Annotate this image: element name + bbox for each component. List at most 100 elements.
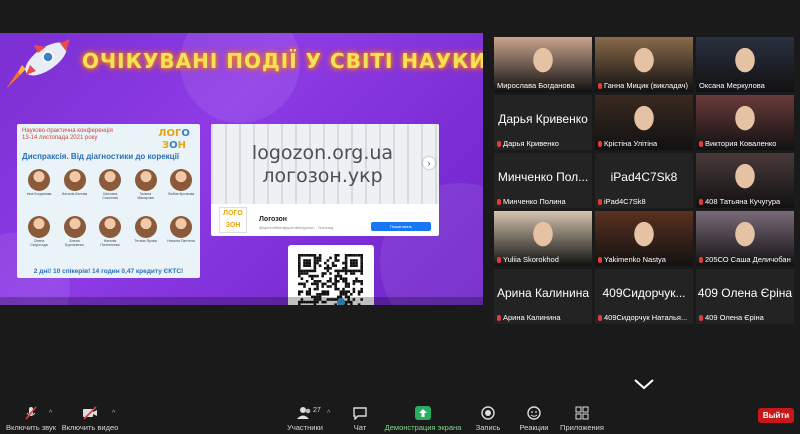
speaker-name: Інна Богданова bbox=[26, 192, 52, 196]
participant-caption: 409 Олена Єріна bbox=[699, 313, 764, 322]
speaker-name: Наталія Пантела bbox=[167, 239, 195, 243]
speaker-photo bbox=[99, 216, 121, 238]
slide-bottom-bar bbox=[0, 297, 483, 305]
participant-tile[interactable]: 205СО Саша Деличобан bbox=[696, 211, 794, 266]
participant-tile[interactable]: Минченко Пол... Минченко Полина bbox=[494, 153, 592, 208]
participant-tile[interactable]: Арина Калинина Арина Калинина bbox=[494, 269, 592, 324]
microphone-muted-icon bbox=[598, 140, 602, 147]
participant-tile[interactable]: Yakimenko Nastya bbox=[595, 211, 693, 266]
participant-caption: Виктория Коваленко bbox=[699, 139, 776, 148]
microphone-muted-icon bbox=[497, 314, 501, 321]
participant-caption: Минченко Полина bbox=[497, 197, 566, 206]
participant-tile[interactable]: Дарья Кривенко Дарья Кривенко bbox=[494, 95, 592, 150]
share-screen-button[interactable]: Демонстрация экрана bbox=[382, 404, 464, 434]
microphone-muted-icon bbox=[598, 198, 602, 205]
apps-button[interactable]: Приложения bbox=[558, 404, 606, 434]
speaker-photo bbox=[170, 216, 192, 238]
speaker-photo bbox=[99, 169, 121, 191]
microphone-muted-icon bbox=[497, 256, 501, 263]
share-screen-icon bbox=[415, 406, 431, 420]
chevron-down-icon[interactable] bbox=[633, 378, 655, 390]
mute-button[interactable]: Включить звук bbox=[4, 404, 58, 434]
microphone-muted-icon bbox=[497, 198, 501, 205]
participant-caption: 408 Татьяна Кучугура bbox=[699, 197, 780, 206]
participant-name: Виктория Коваленко bbox=[705, 139, 777, 148]
participant-tile[interactable]: Мирослава Богданова bbox=[494, 37, 592, 92]
participant-tile[interactable]: Виктория Коваленко bbox=[696, 95, 794, 150]
reactions-label: Реакции bbox=[519, 423, 549, 432]
participant-display-name: Минченко Пол... bbox=[497, 170, 589, 184]
site-page-name: Логозон bbox=[259, 216, 288, 223]
participant-caption: iPad4C7Sk8 bbox=[598, 197, 646, 206]
participant-name: Yuliia Skorokhod bbox=[503, 255, 559, 264]
participant-name: 409Сидорчук Наталья... bbox=[604, 313, 688, 322]
rocket-icon bbox=[6, 39, 70, 89]
microphone-muted-icon bbox=[497, 140, 501, 147]
speaker: Тетяна Ярова bbox=[132, 216, 160, 247]
microphone-muted-icon bbox=[598, 314, 602, 321]
participant-name: Арина Калинина bbox=[503, 313, 561, 322]
speaker-photo bbox=[170, 169, 192, 191]
participant-tile[interactable]: Yuliia Skorokhod bbox=[494, 211, 592, 266]
participant-display-name: iPad4C7Sk8 bbox=[610, 170, 678, 184]
speakers-row-1: Інна Богданова Наталія Бєлова Світлана Сок… bbox=[25, 169, 195, 200]
conference-subtitle: Диспраксія. Від діагностики до корекції bbox=[22, 152, 180, 161]
mute-options-caret[interactable]: ^ bbox=[49, 410, 52, 417]
logozon-logo: ЛОГО ЗОН bbox=[158, 128, 190, 151]
participant-tile[interactable]: iPad4C7Sk8 iPad4C7Sk8 bbox=[595, 153, 693, 208]
speaker-name: Світлана Соколова bbox=[102, 192, 118, 200]
chat-button[interactable]: Чат bbox=[343, 404, 377, 434]
site-card: logozon.org.ua логозон.укр › ЛОГО ЗОН Ло… bbox=[211, 124, 439, 236]
speaker-name: Галина Макарова bbox=[137, 192, 154, 200]
participant-tile[interactable]: 409 Олена Єріна 409 Олена Єріна bbox=[696, 269, 794, 324]
speaker: Наталія Пантела bbox=[167, 216, 195, 247]
participant-tile[interactable]: Оксана Меркулова bbox=[696, 37, 794, 92]
video-button[interactable]: Включить видео bbox=[60, 404, 120, 434]
speaker-name: Алена Бурлаченко bbox=[65, 239, 84, 247]
record-icon bbox=[481, 406, 495, 420]
speakers-row-2: Олена Скорохода Алена Бурлаченко Наталія П… bbox=[25, 216, 195, 247]
participants-options-caret[interactable]: ^ bbox=[327, 410, 330, 417]
participant-tile[interactable]: 409Сидорчук... 409Сидорчук Наталья... bbox=[595, 269, 693, 324]
speaker-photo bbox=[134, 169, 157, 191]
participant-display-name: Дарья Кривенко bbox=[498, 112, 588, 126]
participant-tile[interactable]: 408 Татьяна Кучугура bbox=[696, 153, 794, 208]
participants-label: Участники bbox=[287, 423, 323, 432]
video-label: Включить видео bbox=[61, 423, 119, 432]
speaker-name: Наталія Бєлова bbox=[61, 192, 88, 196]
speaker: Алена Бурлаченко bbox=[61, 216, 89, 247]
speaker-name: Олена Скорохода bbox=[30, 239, 48, 247]
participant-name: Крістіна Улітіна bbox=[604, 139, 658, 148]
share-screen-label: Демонстрация экрана bbox=[384, 423, 462, 432]
speaker: Любов Кроткова bbox=[167, 169, 195, 200]
participant-caption: Мирослава Богданова bbox=[497, 81, 575, 90]
microphone-muted-icon bbox=[699, 314, 703, 321]
participant-caption: Арина Калинина bbox=[497, 313, 561, 322]
participant-name: Мирослава Богданова bbox=[497, 81, 575, 90]
participant-tile[interactable]: Ганна Мицик (викладач) bbox=[595, 37, 693, 92]
reactions-icon bbox=[527, 406, 541, 420]
conference-header: Науково-практична конференція 13-14 лист… bbox=[22, 128, 142, 142]
participant-caption: Ганна Мицик (викладач) bbox=[598, 81, 688, 90]
conference-header-line1: Науково-практична конференція bbox=[22, 128, 113, 134]
participant-name: Оксана Меркулова bbox=[699, 81, 765, 90]
video-options-caret[interactable]: ^ bbox=[112, 410, 115, 417]
site-cover-photo bbox=[211, 124, 439, 204]
reactions-button[interactable]: Реакции bbox=[514, 404, 554, 434]
leave-button[interactable]: Выйти bbox=[758, 408, 794, 423]
meeting-toolbar: Включить звук ^ Включить видео ^ Участни… bbox=[0, 404, 800, 434]
participant-tile[interactable]: Крістіна Улітіна bbox=[595, 95, 693, 150]
participants-count: 27 bbox=[313, 407, 321, 414]
shared-screen-slide: ОЧІКУВАНІ ПОДІЇ У СВІТІ НАУКИ Науково-пр… bbox=[0, 33, 483, 305]
participant-caption: 205СО Саша Деличобан bbox=[699, 255, 791, 264]
speaker-photo bbox=[28, 216, 50, 238]
record-button[interactable]: Запись bbox=[470, 404, 506, 434]
qr-code bbox=[288, 245, 374, 305]
participant-display-name: 409Сидорчук... bbox=[602, 286, 686, 300]
conference-footer: 2 дні! 10 спікерів! 14 годин 0,47 кредит… bbox=[33, 268, 184, 275]
participant-display-name: Арина Калинина bbox=[496, 286, 589, 300]
chevron-right-icon: › bbox=[423, 157, 435, 169]
speaker: Наталія Бєлова bbox=[61, 169, 89, 200]
video-off-icon bbox=[83, 406, 97, 420]
apps-label: Приложения bbox=[560, 423, 604, 432]
